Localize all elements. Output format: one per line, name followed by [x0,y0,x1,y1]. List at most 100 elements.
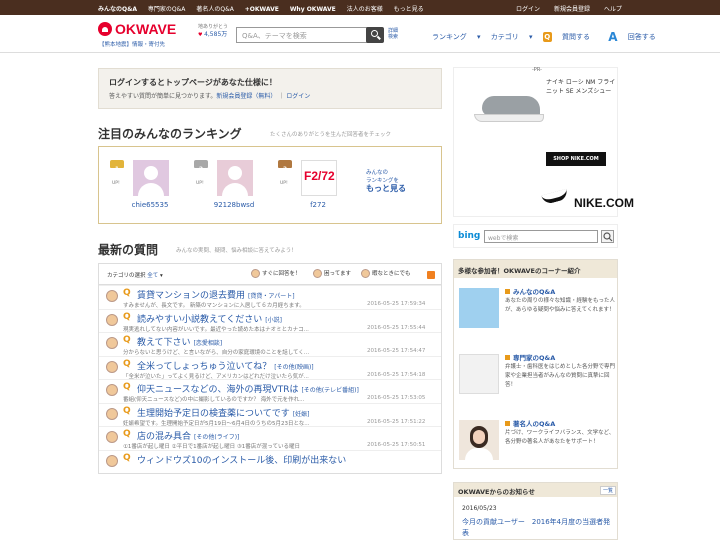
q-icon: Q [123,358,131,369]
corner-expert-qa[interactable]: 専門家のQ&A 弁護士・歯科医をはじめとした各分野で専門家や企業担当者がみんなの… [459,352,615,407]
topbar-link-everyone-qa[interactable]: みんなのQ&A [98,6,137,13]
topbar-link-celebrity-qa[interactable]: 著名人のQ&A [196,6,234,13]
rank-up-label: UP! [196,181,204,186]
q-icon: Q [123,429,131,439]
ranking-more-label: もっと見る [366,184,406,193]
list-item[interactable]: Q 生理開始予定日の検査薬についてです [妊娠] 妊娠希望です。生理開始予定日が5月1… [99,402,441,427]
ranking-user-name[interactable]: 92128bwsd [191,201,277,209]
list-item[interactable]: Q 仰天ニュースなどの、海外の再現VTRは [その他(テレビ番組)] 番組(仰天ニュー… [99,379,441,403]
topbar-link-why-okwave[interactable]: Why OKWAVE [290,6,336,13]
urgency-face-icon [106,313,118,326]
ranking-more-link[interactable]: みんなの ランキングを もっと見る [366,169,406,194]
thanks-label: 地ありがとう [198,24,229,30]
crown-icon: 2 UP! [194,160,208,186]
list-item[interactable]: Q 教えて下さい [恋愛相談] 分からないと思うけど、と言いながら、自分の家庭環境のこ… [99,332,441,356]
news-date: 2016/05/23 [462,505,497,512]
news-all-link[interactable]: 一覧 [600,486,617,495]
avatar [217,160,253,196]
document-writing-image [459,354,499,394]
filter-trouble[interactable]: 困ってます [313,269,351,278]
question-list: Q 賃貸マンションの退去費用 [貸貸・アパート] すみませんが、長文です。 新築のマン… [98,284,442,474]
news-headline[interactable]: 今月の貢献ユーザー 2016年4月度の当選者発表 [462,517,617,539]
advanced-search-link[interactable]: 詳細 検索 [388,28,398,40]
question-title[interactable]: 生理開始予定日の検査薬についてです [137,409,290,419]
question-title[interactable]: ウィンドウズ10のインストール後、印刷が出来ない [137,456,346,466]
nav-ask[interactable]: Q 質問する [542,32,598,42]
topbar-login-link[interactable]: ログイン [516,6,540,13]
ranking-user-3[interactable]: 3 UP! F2/72 f272 [275,155,345,215]
search-input[interactable]: Q&A、テーマを検索 [236,27,368,43]
rank-up-label: UP! [112,181,120,186]
question-title[interactable]: 仰天ニュースなどの、海外の再現VTRは [137,385,298,395]
nav-category[interactable]: カテゴリ ▾ [491,33,533,41]
nav-answer[interactable]: A 回答する [608,30,664,44]
question-category[interactable]: [小説] [265,317,282,324]
shop-nike-button[interactable]: SHOP NIKE.COM [546,152,606,166]
bing-search-input[interactable]: webで検索 [484,230,598,243]
ranking-user-name[interactable]: chie65535 [107,201,193,209]
nav-answer-label: 回答する [627,33,656,41]
ranking-subtitle: たくさんのありがとうを生んだ回答者をチェック [270,132,392,138]
corner-title[interactable]: みんなのQ&A [513,288,555,296]
rank-number: 2 [198,166,204,173]
question-title[interactable]: 教えて下さい [137,338,191,348]
question-category[interactable]: [その他(テレビ番組)] [301,387,358,394]
earthquake-info-link[interactable]: 【熊本地震】情報・寄付先 [99,40,165,48]
topbar-link-expert-qa[interactable]: 専門家のQ&A [148,6,186,13]
list-item[interactable]: Q 賃貸マンションの退去費用 [貸貸・アパート] すみませんが、長文です。 新築のマン… [99,285,441,309]
trouble-face-icon [313,269,322,278]
okwave-logo[interactable]: OKWAVE [98,21,193,37]
category-select-value[interactable]: 全て [147,273,158,279]
avatar: F2/72 [301,160,337,196]
topbar-link-plus-okwave[interactable]: +OKWAVE [245,6,279,13]
topbar-help-link[interactable]: ヘルプ [604,6,622,13]
rss-icon[interactable] [427,271,435,279]
question-category[interactable]: [妊娠] [293,411,310,418]
heart-icon: ♥ [198,32,203,38]
question-category[interactable]: [その他(映画)] [274,364,313,371]
bullet-icon [505,289,510,294]
login-prompt-desc: 答えやすい質問が簡単に見つかります。 [109,93,217,100]
nav-ranking[interactable]: ランキング ▾ [432,33,481,41]
corner-celebrity-qa[interactable]: 著名人のQ&A 片づけ、ワークライフバランス、文学など、各分野の著名人があなたを… [459,418,614,473]
question-title[interactable]: 読みやすい小説教えてください [137,315,262,325]
login-link[interactable]: ログイン [286,93,310,100]
bing-search-button[interactable] [601,230,614,243]
q-icon: Q [123,288,131,298]
ranking-user-2[interactable]: 2 UP! 92128bwsd [191,155,261,215]
list-item[interactable]: Q 全米ってしょっちゅう泣いてね？ [その他(映画)] 「全米が泣いた」ってよく見るけ… [99,355,441,380]
list-item[interactable]: Q ウィンドウズ10のインストール後、印刷が出来ない [99,449,441,474]
question-title[interactable]: 賃貸マンションの退去費用 [137,291,245,301]
question-date: 2016-05-25 17:54:18 [367,371,426,378]
question-title[interactable]: 店の混み具合 [137,432,191,442]
question-category[interactable]: [その他(ライフ)] [194,434,239,441]
question-title[interactable]: 全米ってしょっちゅう泣いてね？ [137,362,271,372]
topbar-right-links: ログイン 新規会員登録 ヘルプ [516,4,634,13]
topbar-link-business[interactable]: 法人のお客様 [347,6,383,13]
corner-title[interactable]: 著名人のQ&A [513,420,555,428]
register-link[interactable]: 新規会員登録（無料） [216,93,276,100]
topbar-register-link[interactable]: 新規会員登録 [554,6,590,13]
ranking-user-1[interactable]: 1 UP! chie65535 [107,155,177,215]
list-item[interactable]: Q 読みやすい小説教えてください [小説] 現実逃れしてない内容がいいです。最近やった… [99,308,441,333]
question-category[interactable]: [貸貸・アパート] [248,293,295,300]
search-button[interactable] [366,27,384,43]
corner-title[interactable]: 専門家のQ&A [513,354,555,362]
bullet-icon [505,355,510,360]
rank-number: 1 [114,166,120,173]
filter-leisure[interactable]: 暇なときにでも [361,269,411,278]
ad-product-name[interactable]: ナイキ ローシ NM フライニット SE メンズシュー [546,78,618,96]
ranking-user-name[interactable]: f272 [275,201,361,209]
question-q-icon: Q [542,32,552,42]
urgency-face-icon [106,407,118,420]
filter-urgent[interactable]: すぐに回答を！ [251,269,301,278]
urgency-face-icon [106,360,118,373]
nike-ad[interactable]: -PR- ナイキ ローシ NM フライニット SE メンズシュー SHOP NI… [453,67,634,217]
category-select[interactable]: カテゴリの選択 全て ▾ [107,271,163,279]
question-category[interactable]: [恋愛相談] [194,340,223,347]
list-item[interactable]: Q 店の混み具合 [その他(ライフ)] ①1番店が起し曜日 ②平日で1番店が起し曜日 … [99,426,441,450]
topbar-link-more[interactable]: もっと見る [394,6,424,13]
q-icon: Q [123,335,131,345]
search-icon [603,232,613,242]
corner-everyone-qa[interactable]: みんなのQ&A あなたの周りの様々な知識・経験をもった人が、あらゆる疑問や悩みに… [459,286,615,341]
